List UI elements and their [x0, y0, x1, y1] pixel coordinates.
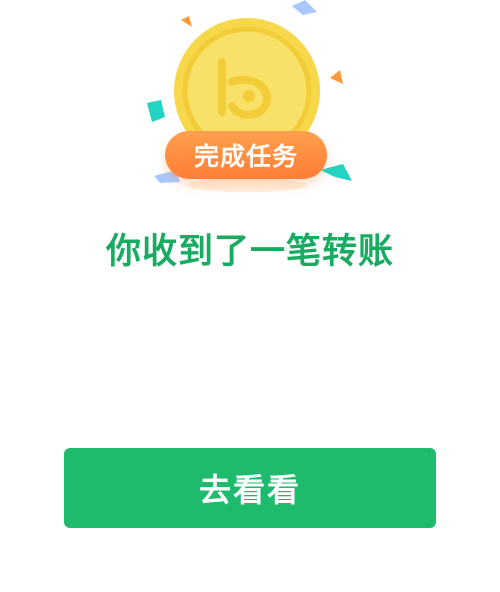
confetti-teal-left: [147, 100, 165, 122]
task-complete-badge: 完成任务: [165, 131, 327, 179]
confetti-teal-right: [320, 164, 352, 181]
transfer-received-headline: 你收到了一笔转账: [105, 232, 394, 272]
task-complete-screen: 完成任务 你收到了一笔转账 去看看: [0, 0, 500, 592]
confetti-orange-top: [181, 16, 192, 27]
view-transfer-button[interactable]: 去看看: [64, 448, 436, 528]
reward-illustration: 完成任务: [0, 0, 500, 200]
confetti-orange-right: [330, 70, 343, 84]
confetti-blue-top: [292, 0, 317, 15]
